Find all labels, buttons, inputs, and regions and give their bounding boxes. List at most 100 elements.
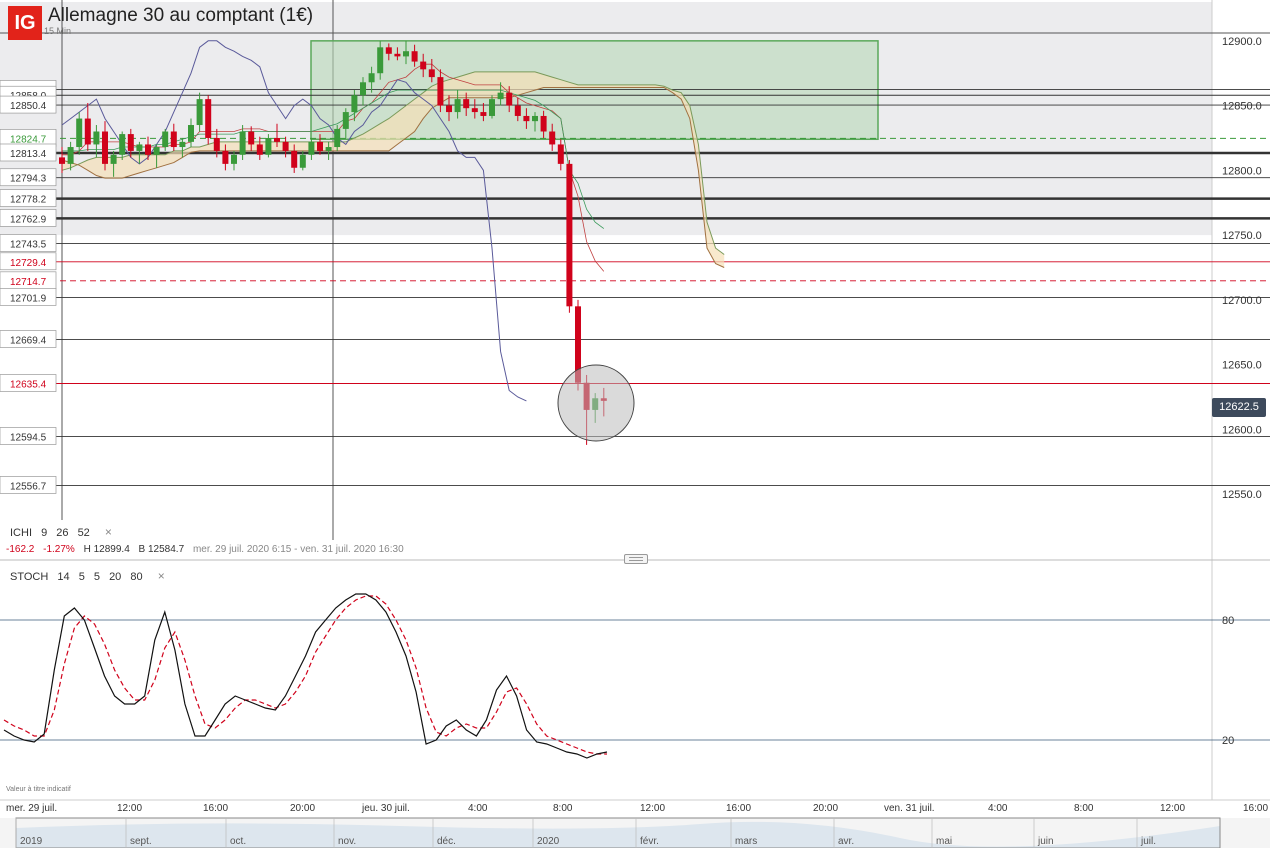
- candle-body: [317, 141, 323, 151]
- candle-body: [471, 108, 478, 113]
- candle-body: [514, 105, 521, 116]
- time-tick-label: ven. 31 juil.: [884, 803, 935, 814]
- navigator-label: 2020: [537, 836, 560, 847]
- navigator-label: sept.: [130, 836, 152, 847]
- level-label: 12850.4: [10, 101, 47, 112]
- level-label: 12594.5: [10, 432, 47, 443]
- candle-body: [76, 118, 83, 148]
- close-icon[interactable]: ×: [158, 569, 165, 583]
- candle-body: [274, 137, 280, 142]
- candle-body: [196, 99, 203, 126]
- navigator-bar: 2019 sept. oct. nov. déc. 2020 févr. mars avr. ma…: [0, 817, 1270, 848]
- price-tick-label: 12900.0: [1222, 36, 1262, 48]
- navigator-label: oct.: [230, 836, 246, 847]
- candle-body: [420, 61, 427, 70]
- candle-body: [248, 131, 255, 145]
- panel-resize-handle[interactable]: [624, 554, 648, 564]
- annotation-layer: [557, 364, 635, 442]
- navigator-label: déc.: [437, 836, 456, 847]
- time-tick-label: 16:00: [1243, 803, 1268, 814]
- candle-body: [454, 99, 461, 113]
- stochastic-panel: 80 20: [0, 593, 1270, 759]
- price-tick-label: 12800.0: [1222, 165, 1262, 177]
- price-tick-label: 12600.0: [1222, 424, 1262, 436]
- stoch-k-line: [3, 593, 608, 759]
- low-value: B 12584.7: [138, 544, 185, 555]
- candle-body: [394, 53, 401, 57]
- candle-body: [506, 92, 513, 106]
- candle-body: [299, 154, 306, 168]
- candle-body: [291, 150, 298, 168]
- time-tick-label: 8:00: [553, 803, 573, 814]
- stoch-param: 14: [57, 571, 70, 583]
- candle-body: [334, 128, 341, 148]
- candle-body: [153, 147, 160, 155]
- time-tick-label: 16:00: [203, 803, 228, 814]
- candle-body: [428, 69, 435, 78]
- candle-body: [213, 137, 220, 151]
- candle-body: [256, 144, 263, 155]
- candle-body: [549, 131, 556, 145]
- interval-label[interactable]: 15 Min: [44, 26, 71, 36]
- time-tick-label: 20:00: [290, 803, 315, 814]
- price-tick-label: 12700.0: [1222, 295, 1262, 307]
- stoch-param: 5: [78, 571, 85, 583]
- candle-body: [377, 47, 384, 74]
- candle-body: [532, 115, 538, 122]
- candle-body: [282, 141, 289, 151]
- candle-body: [231, 154, 237, 164]
- candle-body: [102, 131, 108, 164]
- candle-body: [480, 112, 487, 116]
- price-tick-label: 12850.0: [1222, 101, 1262, 113]
- stoch-level-label: 20: [1222, 735, 1234, 747]
- navigator-label: juin: [1037, 836, 1054, 847]
- candle-body: [170, 131, 177, 148]
- time-tick-label: mer. 29 juil.: [6, 803, 57, 814]
- candle-body: [463, 99, 470, 109]
- level-label: 12635.4: [10, 380, 47, 391]
- candle-body: [67, 147, 74, 164]
- candle-body: [368, 73, 375, 83]
- price-tick-label: 12650.0: [1222, 360, 1262, 372]
- price-axis: 12900.0 12850.0 12800.0 12750.0 12700.0 12650…: [1222, 36, 1262, 501]
- time-tick-label: 8:00: [1074, 803, 1094, 814]
- disclaimer-text: Valeur à titre indicatif: [6, 786, 71, 793]
- candle-body: [84, 118, 91, 145]
- close-icon[interactable]: ×: [105, 525, 112, 539]
- stoch-param: 20: [109, 571, 122, 583]
- time-tick-label: 12:00: [1160, 803, 1185, 814]
- level-label: 12701.9: [10, 293, 47, 304]
- stoch-legend: STOCH 14 5 5 20 80 ×: [10, 569, 171, 583]
- navigator-label: févr.: [640, 836, 659, 847]
- navigator-label: nov.: [338, 836, 356, 847]
- candle-body: [540, 115, 547, 132]
- candle-body: [59, 157, 65, 164]
- change-value: -162.2: [6, 544, 35, 555]
- candle-body: [325, 147, 332, 151]
- current-price-badge: 12622.5: [1212, 398, 1266, 417]
- price-tick-label: 12550.0: [1222, 489, 1262, 501]
- candle-body: [385, 47, 392, 54]
- candle-body: [93, 131, 100, 145]
- candle-body: [489, 99, 495, 116]
- candle-body: [437, 77, 444, 106]
- time-tick-label: 12:00: [640, 803, 665, 814]
- level-label: 12669.4: [10, 335, 47, 346]
- candle-body: [446, 105, 452, 113]
- change-percent: -1.27%: [43, 544, 75, 555]
- candle-body: [127, 134, 134, 151]
- level-label: 12778.2: [10, 195, 47, 206]
- level-label: 12729.4: [10, 258, 47, 269]
- stoch-param: 80: [130, 571, 143, 583]
- candle-body: [136, 144, 143, 151]
- chart-canvas[interactable]: 12862.512858.012850.412824.712813.412794…: [0, 0, 1270, 848]
- navigator-label: mai: [936, 836, 952, 847]
- level-label: 12714.7: [10, 277, 47, 288]
- level-label: 12813.4: [10, 149, 47, 160]
- instrument-title: Allemagne 30 au comptant (1€): [48, 5, 314, 26]
- candle-body: [342, 112, 349, 129]
- candle-body: [145, 144, 151, 155]
- stoch-level-label: 80: [1222, 615, 1234, 627]
- candle-body: [351, 95, 358, 113]
- time-tick-label: 16:00: [726, 803, 751, 814]
